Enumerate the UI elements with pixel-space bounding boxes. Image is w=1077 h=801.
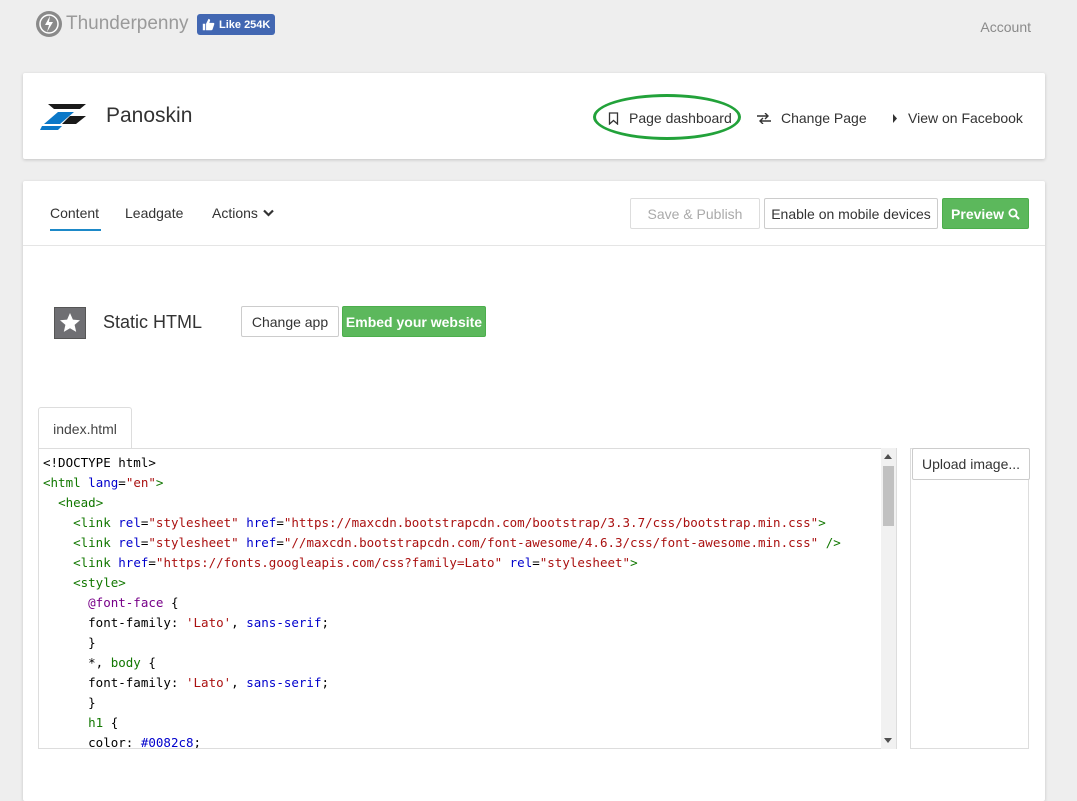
tab-bar: Content Leadgate Actions Save & Publish …: [23, 181, 1045, 246]
scrollbar-thumb[interactable]: [883, 466, 894, 526]
facebook-like-label: Like 254K: [219, 18, 271, 31]
facebook-like-button[interactable]: Like 254K: [197, 14, 276, 35]
app-row: Static HTML Change app Embed your websit…: [54, 306, 754, 340]
change-page-label: Change Page: [781, 110, 867, 126]
tab-actions-label: Actions: [212, 205, 258, 221]
view-on-facebook-link[interactable]: View on Facebook: [892, 110, 1023, 126]
highlight-annotation: [593, 94, 741, 140]
editor-scrollbar[interactable]: [881, 448, 896, 749]
preview-button[interactable]: Preview: [942, 198, 1029, 229]
top-bar: Thunderpenny Like 254K Account: [0, 0, 1077, 52]
embed-website-button[interactable]: Embed your website: [342, 306, 486, 337]
editor-card: Content Leadgate Actions Save & Publish …: [23, 181, 1045, 801]
brand[interactable]: Thunderpenny: [36, 11, 189, 37]
code-content: <!DOCTYPE html> <html lang="en"> <head> …: [43, 455, 841, 749]
tab-content[interactable]: Content: [50, 205, 101, 231]
active-tab-indicator: [50, 229, 101, 231]
thumbs-up-icon: [202, 18, 215, 31]
panoskin-logo: [40, 104, 88, 135]
upload-image-button[interactable]: Upload image...: [912, 448, 1030, 480]
exchange-icon: [757, 112, 771, 124]
code-editor[interactable]: <!DOCTYPE html> <html lang="en"> <head> …: [38, 448, 897, 749]
app-name: Static HTML: [103, 312, 203, 332]
chevron-down-icon: [263, 209, 274, 217]
thunderpenny-logo-icon: [36, 11, 62, 37]
scroll-down-arrow-icon[interactable]: [884, 738, 892, 743]
save-publish-button[interactable]: Save & Publish: [630, 198, 760, 229]
account-link[interactable]: Account: [980, 19, 1031, 35]
preview-label: Preview: [951, 205, 1004, 222]
change-page-link[interactable]: Change Page: [757, 110, 867, 126]
caret-right-icon: [893, 113, 897, 123]
enable-mobile-button[interactable]: Enable on mobile devices: [764, 198, 938, 229]
change-app-button[interactable]: Change app: [241, 306, 339, 337]
page-header-card: Panoskin Page dashboard Change Page View…: [23, 73, 1045, 159]
tab-content-label: Content: [50, 205, 100, 221]
scroll-up-arrow-icon[interactable]: [884, 454, 892, 459]
upload-panel: [910, 448, 1029, 749]
view-on-facebook-label: View on Facebook: [908, 110, 1023, 126]
tab-actions-dropdown[interactable]: Actions: [212, 205, 274, 221]
file-tab-index-html[interactable]: index.html: [38, 407, 132, 449]
star-icon: [54, 307, 86, 339]
search-icon: [1008, 208, 1020, 220]
page-name: Panoskin: [106, 104, 193, 127]
tab-leadgate[interactable]: Leadgate: [125, 205, 183, 221]
brand-name: Thunderpenny: [66, 13, 189, 34]
